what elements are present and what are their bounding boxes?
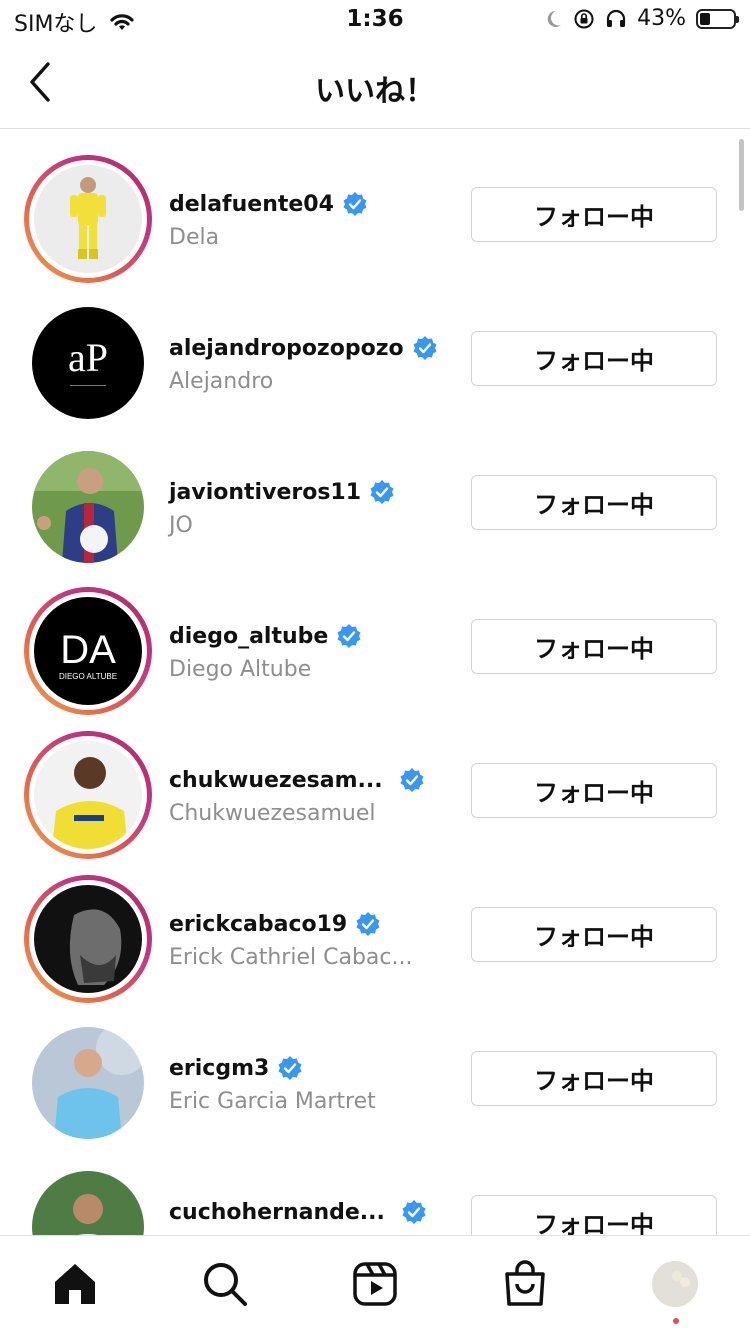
username[interactable]: javiontiveros11	[169, 480, 361, 505]
story-ring[interactable]	[24, 731, 152, 859]
shop-icon[interactable]	[501, 1260, 549, 1308]
page-title: いいね！	[315, 74, 435, 109]
verified-badge-icon	[356, 912, 380, 936]
full-name: Alejandro	[169, 369, 274, 394]
avatar	[32, 1027, 144, 1139]
avatar-logo-text: aP	[68, 335, 108, 380]
tab-bar	[0, 1235, 750, 1335]
battery-percent: 43%	[637, 6, 686, 31]
verified-badge-icon	[370, 480, 394, 504]
story-ring[interactable]	[24, 155, 152, 283]
username[interactable]: erickcabaco19	[169, 912, 347, 937]
list-item[interactable]: cuchohernande... フォロー中	[0, 1137, 750, 1235]
reels-icon[interactable]	[351, 1260, 399, 1308]
search-icon[interactable]	[201, 1260, 249, 1308]
list-item[interactable]: aP alejandropozopozo Alejandro フォロー中	[0, 273, 750, 419]
following-button[interactable]: フォロー中	[471, 763, 717, 818]
verified-badge-icon	[400, 768, 424, 792]
following-button[interactable]: フォロー中	[471, 331, 717, 386]
username[interactable]: alejandropozopozo	[169, 336, 404, 361]
username[interactable]: ericgm3	[169, 1056, 269, 1081]
full-name: Diego Altube	[169, 657, 312, 682]
username[interactable]: diego_altube	[169, 624, 328, 649]
following-button[interactable]: フォロー中	[471, 187, 717, 242]
verified-badge-icon	[337, 624, 361, 648]
verified-badge-icon	[413, 336, 437, 360]
avatar	[32, 1171, 144, 1235]
following-button[interactable]: フォロー中	[471, 1195, 717, 1235]
notification-dot	[673, 1318, 679, 1324]
following-button[interactable]: フォロー中	[471, 907, 717, 962]
battery-icon	[696, 8, 739, 29]
avatar-logo-subtext: DIEGO ALTUBE	[59, 672, 117, 681]
avatar	[32, 451, 144, 563]
following-button[interactable]: フォロー中	[471, 619, 717, 674]
home-icon[interactable]	[51, 1260, 99, 1308]
full-name: Erick Cathriel Cabac...	[169, 945, 413, 970]
following-button[interactable]: フォロー中	[471, 475, 717, 530]
following-button[interactable]: フォロー中	[471, 1051, 717, 1106]
list-item[interactable]: chukwuezesam... Chukwuezesamuel フォロー中	[0, 705, 750, 859]
list-item[interactable]: DA DIEGO ALTUBE diego_altube Diego Altub…	[0, 561, 750, 715]
avatar: aP	[32, 307, 144, 419]
full-name: JO	[169, 513, 193, 538]
username[interactable]: cuchohernande...	[169, 1200, 385, 1225]
list-item[interactable]: erickcabaco19 Erick Cathriel Cabac... フォ…	[0, 849, 750, 1003]
headphones-icon	[606, 9, 626, 27]
avatar: DA DIEGO ALTUBE	[34, 597, 142, 705]
username[interactable]: chukwuezesam...	[169, 768, 383, 793]
story-ring[interactable]	[24, 875, 152, 1003]
moon-icon	[547, 10, 562, 27]
scrollbar[interactable]	[739, 139, 744, 211]
avatar	[34, 165, 142, 273]
avatar	[34, 885, 142, 993]
avatar	[34, 741, 142, 849]
status-bar: SIMなし 1:36 43%	[0, 0, 750, 44]
profile-avatar[interactable]	[651, 1260, 699, 1308]
list-item[interactable]: delafuente04 Dela フォロー中	[0, 129, 750, 283]
rotation-lock-icon	[574, 9, 594, 28]
list-item[interactable]: javiontiveros11 JO フォロー中	[0, 417, 750, 563]
username[interactable]: delafuente04	[169, 192, 334, 217]
avatar-logo-text: DA	[60, 628, 116, 672]
verified-badge-icon	[402, 1200, 426, 1224]
full-name: Dela	[169, 225, 220, 250]
likes-list[interactable]: delafuente04 Dela フォロー中 aP alejandropozo…	[0, 129, 750, 1235]
verified-badge-icon	[278, 1056, 302, 1080]
full-name: Eric Garcia Martret	[169, 1089, 376, 1114]
story-ring[interactable]: DA DIEGO ALTUBE	[24, 587, 152, 715]
nav-header: いいね！	[0, 44, 750, 129]
verified-badge-icon	[343, 192, 367, 216]
list-item[interactable]: ericgm3 Eric Garcia Martret フォロー中	[0, 993, 750, 1139]
full-name: Chukwuezesamuel	[169, 801, 376, 826]
